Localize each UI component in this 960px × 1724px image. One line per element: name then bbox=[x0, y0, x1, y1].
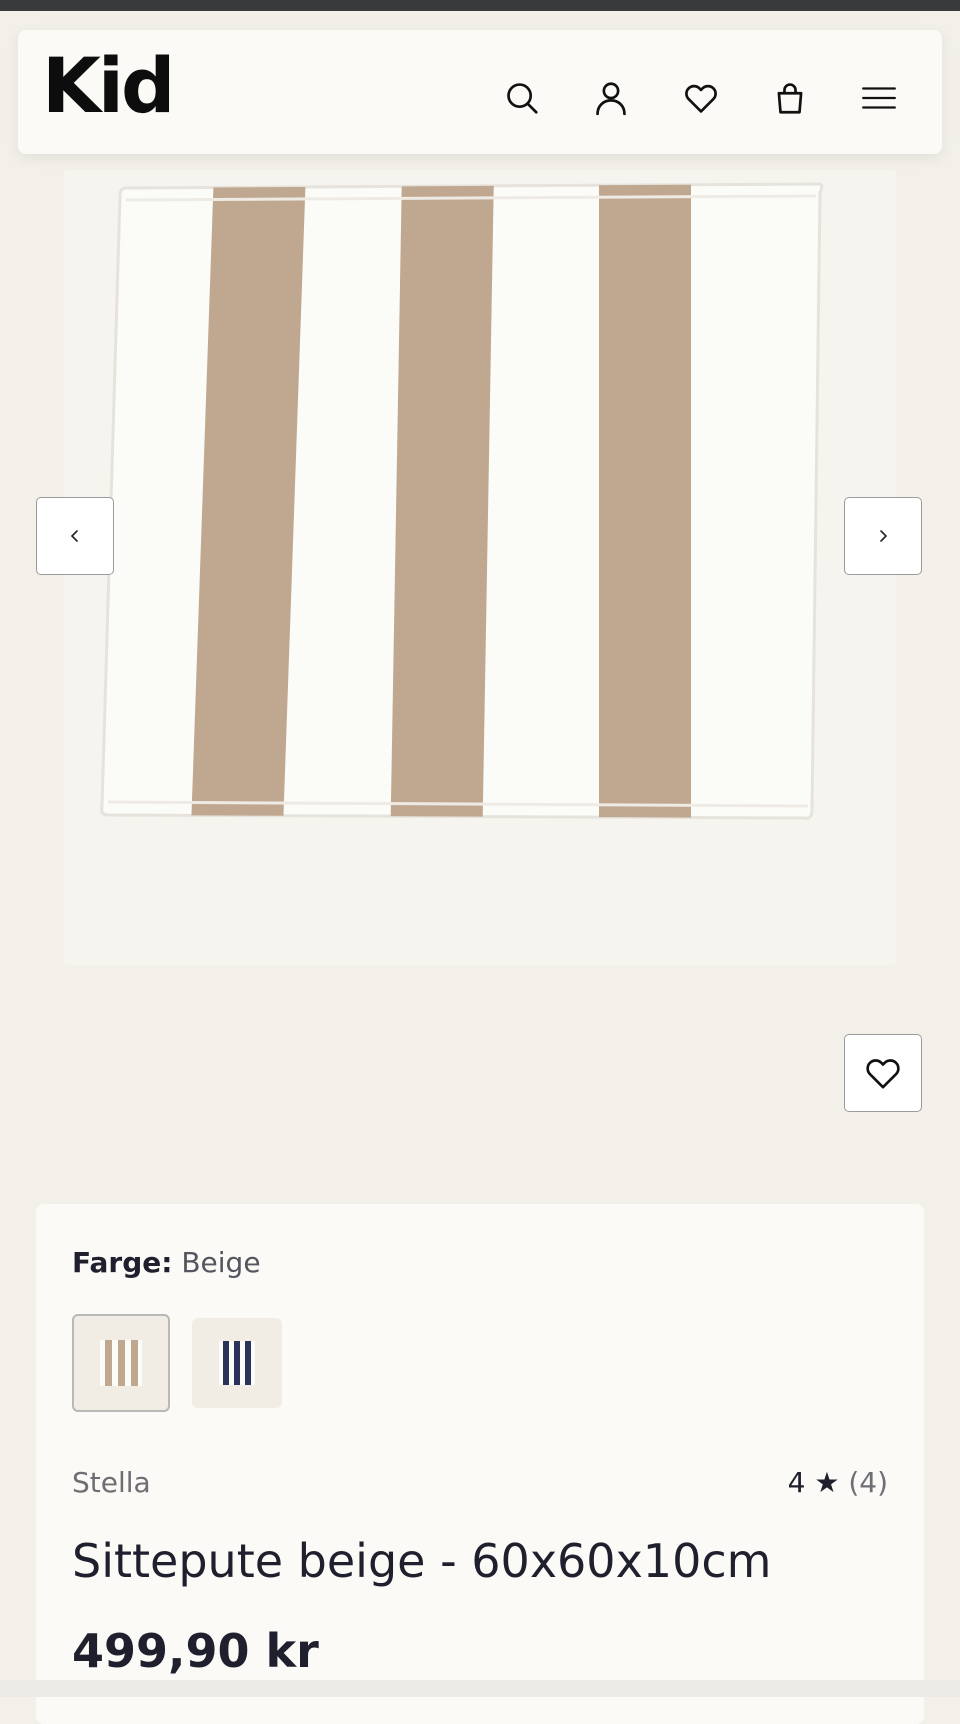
beige-stripe-thumbnail bbox=[100, 1340, 142, 1386]
heart-icon bbox=[866, 1059, 900, 1089]
product-title: Sittepute beige - 60x60x10cm bbox=[72, 1534, 772, 1588]
product-price: 499,90 kr bbox=[72, 1624, 319, 1678]
previous-image-button[interactable] bbox=[36, 497, 114, 575]
cushion-illustration bbox=[100, 182, 824, 820]
menu-icon[interactable] bbox=[857, 76, 901, 120]
product-info-card: Farge: Beige Stella 4 ★ (4) Sittepute be… bbox=[36, 1204, 924, 1724]
product-carousel bbox=[0, 160, 960, 1160]
account-icon[interactable] bbox=[589, 76, 633, 120]
add-to-wishlist-button[interactable] bbox=[844, 1034, 922, 1112]
rating-value: 4 bbox=[787, 1466, 806, 1499]
site-header: Kid bbox=[18, 30, 942, 154]
search-icon[interactable] bbox=[500, 76, 544, 120]
bag-icon[interactable] bbox=[768, 76, 812, 120]
next-image-button[interactable] bbox=[844, 497, 922, 575]
heart-icon[interactable] bbox=[679, 76, 723, 120]
color-value: Beige bbox=[181, 1246, 261, 1279]
logo[interactable]: Kid bbox=[42, 48, 175, 124]
product-image[interactable] bbox=[64, 170, 896, 965]
rating-count: (4) bbox=[848, 1466, 888, 1499]
star-icon: ★ bbox=[814, 1466, 840, 1499]
chevron-right-icon bbox=[880, 530, 888, 542]
bottom-bar bbox=[0, 1680, 960, 1697]
rating[interactable]: 4 ★ (4) bbox=[788, 1466, 888, 1499]
status-bar bbox=[0, 0, 960, 11]
color-label: Farge: bbox=[72, 1246, 173, 1279]
brand-name[interactable]: Stella bbox=[72, 1466, 151, 1499]
color-swatch-beige[interactable] bbox=[72, 1314, 170, 1412]
color-swatch-navy[interactable] bbox=[192, 1318, 282, 1408]
color-selector-label: Farge: Beige bbox=[72, 1246, 261, 1279]
navy-stripe-thumbnail bbox=[219, 1341, 255, 1385]
chevron-left-icon bbox=[70, 530, 78, 542]
